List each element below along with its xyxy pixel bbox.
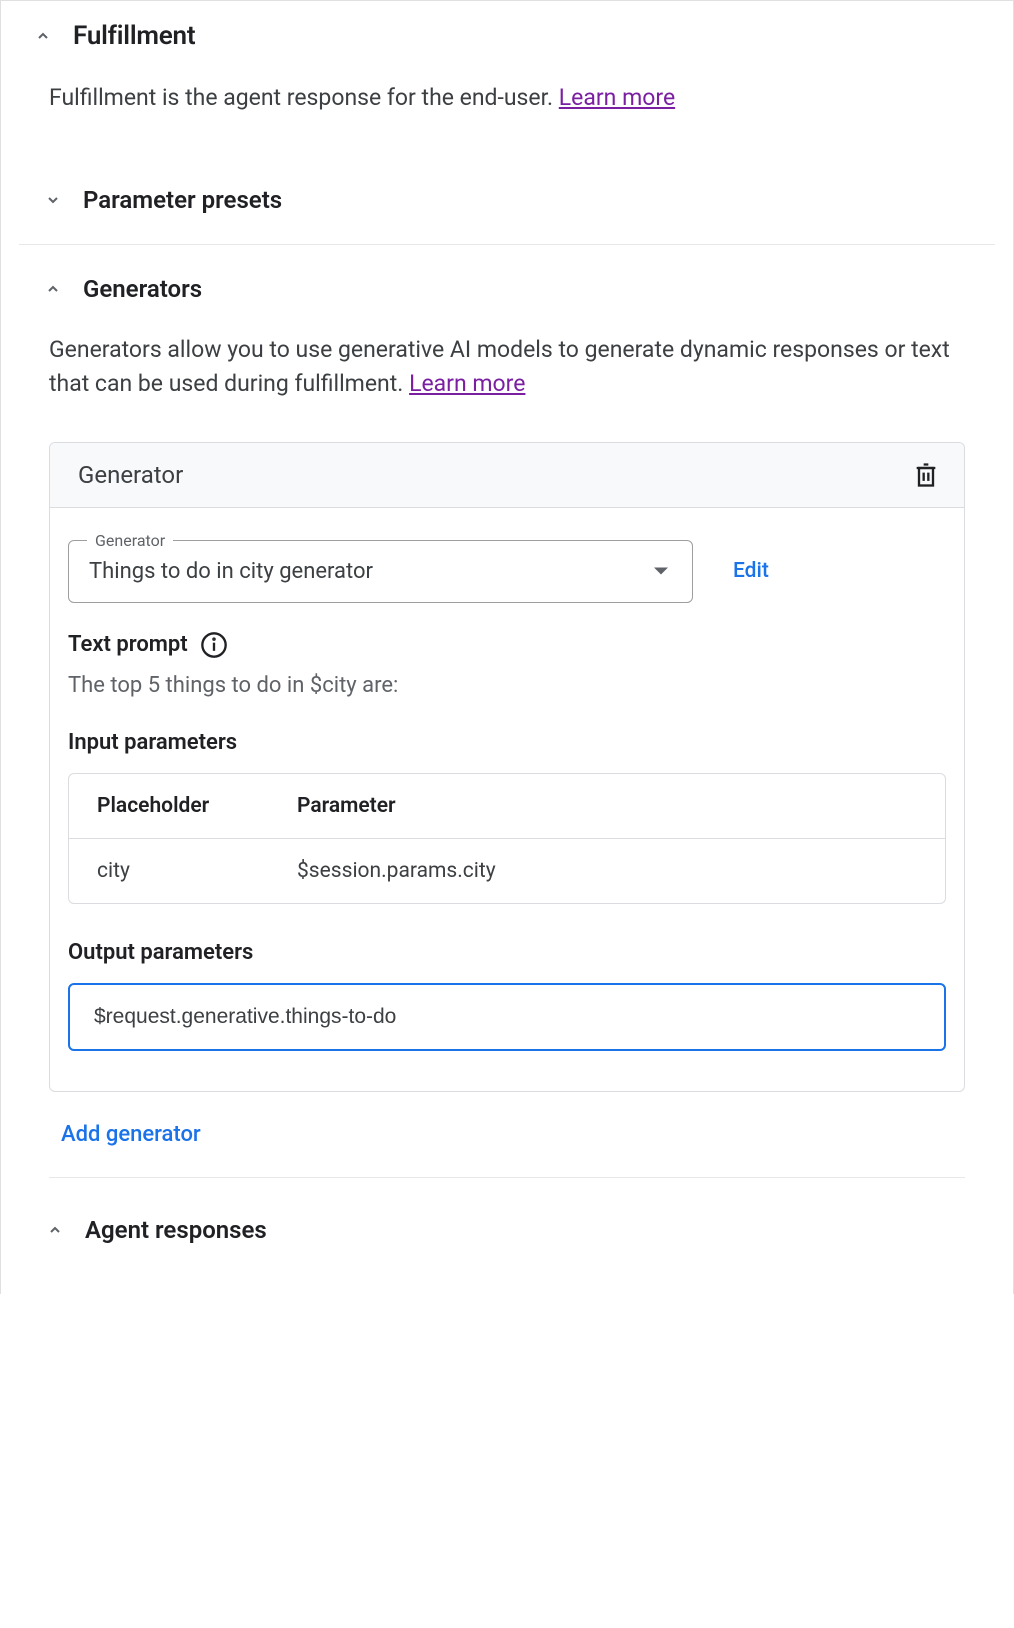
generator-card-title: Generator <box>78 461 183 489</box>
fulfillment-section-header[interactable]: Fulfillment <box>1 1 1013 81</box>
edit-generator-link[interactable]: Edit <box>733 559 769 583</box>
input-parameters-heading: Input parameters <box>68 730 946 755</box>
fulfillment-description-text: Fulfillment is the agent response for th… <box>49 84 559 111</box>
chevron-down-icon <box>41 188 65 212</box>
generator-card: Generator Generator Things to do in city… <box>49 442 965 1092</box>
chevron-up-icon <box>43 1218 67 1242</box>
parameter-presets-title: Parameter presets <box>83 186 282 214</box>
info-icon[interactable] <box>200 631 228 659</box>
table-row: city $session.params.city <box>69 839 945 903</box>
input-parameters-table: Placeholder Parameter city $session.para… <box>68 773 946 904</box>
agent-responses-title: Agent responses <box>85 1216 267 1244</box>
generator-select-label: Generator <box>87 531 173 550</box>
output-parameter-input[interactable] <box>68 983 946 1051</box>
text-prompt-value: The top 5 things to do in $city are: <box>68 673 946 698</box>
generator-select-row: Generator Things to do in city generator… <box>68 540 946 603</box>
agent-responses-header[interactable]: Agent responses <box>1 1178 1013 1254</box>
generator-select[interactable]: Generator Things to do in city generator <box>68 540 693 603</box>
generator-card-body: Generator Things to do in city generator… <box>50 508 964 1091</box>
parameter-column-header: Parameter <box>297 794 917 818</box>
generator-card-header: Generator <box>50 443 964 508</box>
chevron-up-icon <box>41 277 65 301</box>
add-generator-button[interactable]: Add generator <box>1 1122 201 1177</box>
parameter-cell: $session.params.city <box>297 859 917 883</box>
parameter-presets-header[interactable]: Parameter presets <box>19 156 995 245</box>
text-prompt-label: Text prompt <box>68 632 188 657</box>
text-prompt-label-row: Text prompt <box>68 631 946 659</box>
placeholder-cell: city <box>97 859 297 883</box>
fulfillment-learn-more-link[interactable]: Learn more <box>559 84 675 111</box>
fulfillment-title: Fulfillment <box>73 21 195 51</box>
generators-description: Generators allow you to use generative A… <box>1 333 1013 442</box>
fulfillment-description: Fulfillment is the agent response for th… <box>1 81 1013 156</box>
output-parameters-heading: Output parameters <box>68 940 946 965</box>
generators-title: Generators <box>83 275 202 303</box>
delete-generator-button[interactable] <box>912 461 940 489</box>
chevron-up-icon <box>31 24 55 48</box>
placeholder-column-header: Placeholder <box>97 794 297 818</box>
generators-learn-more-link[interactable]: Learn more <box>409 370 525 397</box>
generators-header[interactable]: Generators <box>19 245 995 333</box>
generator-select-value: Things to do in city generator <box>89 559 373 584</box>
fulfillment-panel: Fulfillment Fulfillment is the agent res… <box>0 0 1014 1294</box>
dropdown-arrow-icon <box>654 568 668 575</box>
table-header-row: Placeholder Parameter <box>69 774 945 839</box>
